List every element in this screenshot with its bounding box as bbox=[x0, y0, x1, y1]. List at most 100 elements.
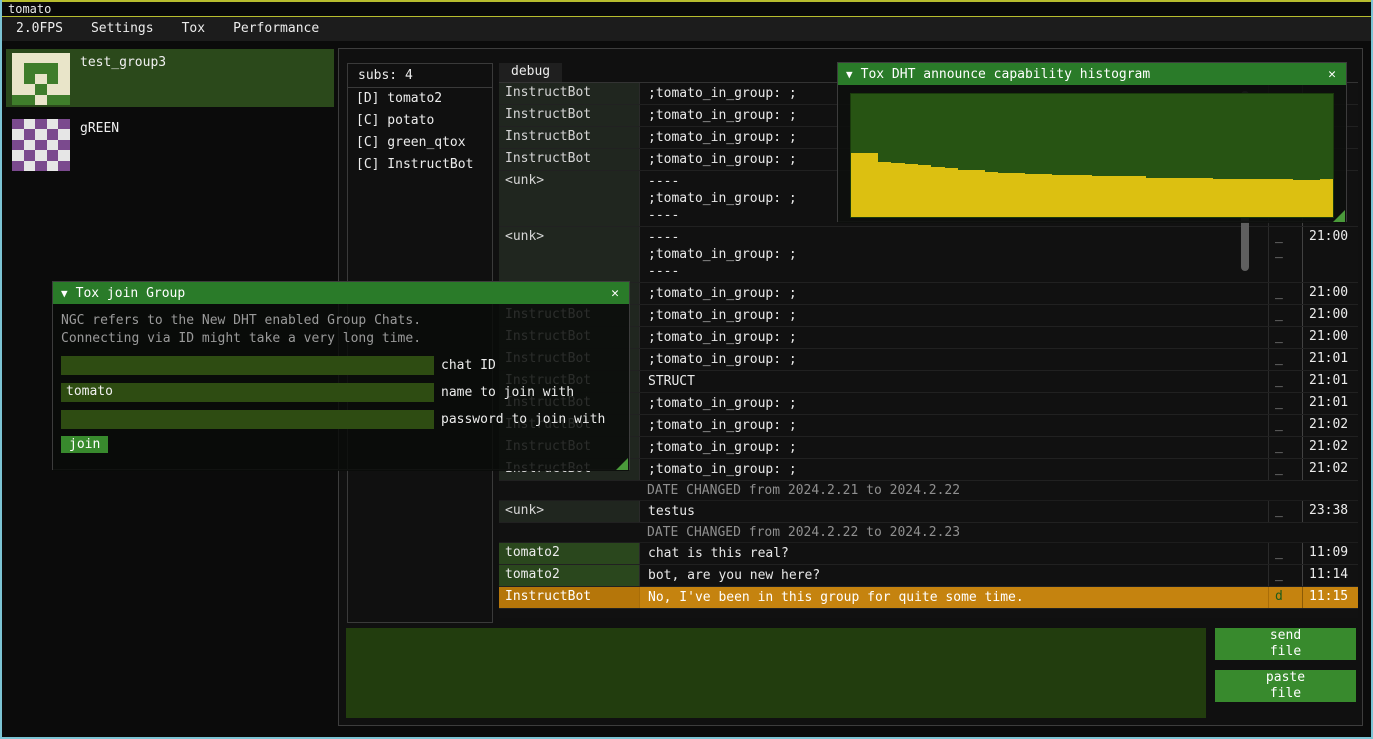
message-text: chat is this real? bbox=[639, 543, 1268, 564]
histogram-bar bbox=[864, 153, 877, 217]
histogram-bar bbox=[972, 170, 985, 217]
histogram-bar bbox=[1065, 175, 1078, 217]
message-text: testus bbox=[639, 501, 1268, 522]
chat-id-label: chat ID bbox=[434, 358, 496, 373]
message-text: STRUCT bbox=[639, 371, 1268, 392]
join-group-window: ▼ Tox join Group ✕ NGC refers to the New… bbox=[52, 281, 630, 470]
message-status: _ _ bbox=[1268, 543, 1302, 564]
close-icon[interactable]: ✕ bbox=[1326, 67, 1338, 82]
histogram-bar bbox=[998, 173, 1011, 217]
message-sender: <unk> bbox=[499, 227, 639, 282]
message-status: _ _ bbox=[1268, 327, 1302, 348]
collapse-icon[interactable]: ▼ bbox=[846, 68, 853, 81]
message-time: 11:09 bbox=[1302, 543, 1358, 564]
histogram-bar bbox=[851, 153, 864, 217]
group-label: test_group3 bbox=[70, 53, 166, 70]
send-file-button[interactable]: send file bbox=[1215, 628, 1356, 660]
message-text: ;tomato_in_group: ; bbox=[639, 305, 1268, 326]
histogram-bar bbox=[1092, 176, 1105, 217]
histogram-bar bbox=[1159, 178, 1172, 217]
collapse-icon[interactable]: ▼ bbox=[61, 287, 68, 300]
join-group-titlebar[interactable]: ▼ Tox join Group ✕ bbox=[53, 282, 629, 304]
subs-header: subs: 4 bbox=[348, 64, 492, 88]
message-time: 21:00 bbox=[1302, 283, 1358, 304]
histogram-bar bbox=[878, 162, 891, 217]
histogram-bar bbox=[1132, 176, 1145, 217]
message-sender: InstructBot bbox=[499, 149, 639, 170]
histogram-bar bbox=[1119, 176, 1132, 217]
group-list: test_group3 gREEN bbox=[2, 49, 338, 173]
histogram-bar bbox=[931, 167, 944, 217]
histogram-bar bbox=[1239, 179, 1252, 217]
message-text: ;tomato_in_group: ; bbox=[639, 415, 1268, 436]
menu-item-performance[interactable]: Performance bbox=[219, 17, 333, 41]
histogram-bar bbox=[1199, 178, 1212, 217]
tab-debug[interactable]: debug bbox=[499, 63, 562, 82]
message-time: 21:02 bbox=[1302, 459, 1358, 480]
window-titlebar: tomato bbox=[2, 0, 1371, 17]
histogram-bar bbox=[945, 168, 958, 217]
message-status: _ _ bbox=[1268, 371, 1302, 392]
group-item-gREEN[interactable]: gREEN bbox=[6, 115, 334, 173]
chat-message-row: <unk>testus_ _23:38 bbox=[499, 501, 1358, 523]
histogram-bar bbox=[1105, 176, 1118, 217]
message-sender: <unk> bbox=[499, 171, 639, 226]
histogram-bar bbox=[1320, 179, 1333, 217]
message-input[interactable] bbox=[346, 628, 1206, 718]
join-name-input[interactable]: tomato bbox=[61, 383, 434, 402]
histogram-bar bbox=[1038, 174, 1051, 217]
chat-message-row: tomato2bot, are you new here?_ _11:14 bbox=[499, 565, 1358, 587]
message-text: ;tomato_in_group: ; bbox=[639, 349, 1268, 370]
app-window: tomato 2.0FPSSettingsToxPerformance test… bbox=[0, 0, 1373, 739]
histogram-bar bbox=[1226, 179, 1239, 217]
message-time: 21:01 bbox=[1302, 371, 1358, 392]
join-button[interactable]: join bbox=[61, 436, 108, 453]
message-time: 21:02 bbox=[1302, 437, 1358, 458]
histogram-bar bbox=[918, 165, 931, 217]
menu-item-settings[interactable]: Settings bbox=[77, 17, 168, 41]
message-sender: <unk> bbox=[499, 501, 639, 522]
message-text: ;tomato_in_group: ; bbox=[639, 393, 1268, 414]
subs-list-item[interactable]: [C] potato bbox=[348, 110, 492, 132]
message-text: ---- ;tomato_in_group: ; ---- bbox=[639, 227, 1268, 282]
histogram-bar bbox=[1253, 179, 1266, 217]
menu-item-tox[interactable]: Tox bbox=[168, 17, 219, 41]
message-sender: InstructBot bbox=[499, 587, 639, 608]
message-text: ;tomato_in_group: ; bbox=[639, 459, 1268, 480]
subs-list-item[interactable]: [C] InstructBot bbox=[348, 154, 492, 176]
histogram-bar bbox=[1052, 175, 1065, 217]
group-identicon-test_group3-icon bbox=[12, 53, 70, 105]
message-sender: InstructBot bbox=[499, 83, 639, 104]
histogram-bar bbox=[985, 172, 998, 218]
histogram-plot bbox=[850, 93, 1334, 218]
menu-item-2-0fps[interactable]: 2.0FPS bbox=[2, 17, 77, 41]
message-status: _ _ bbox=[1268, 501, 1302, 522]
close-icon[interactable]: ✕ bbox=[609, 286, 621, 301]
group-item-test_group3[interactable]: test_group3 bbox=[6, 49, 334, 107]
group-identicon-green-icon bbox=[12, 119, 70, 171]
histogram-bar bbox=[1025, 174, 1038, 217]
message-time: 21:02 bbox=[1302, 415, 1358, 436]
resize-grip[interactable] bbox=[1333, 210, 1345, 222]
subs-list-item[interactable]: [C] green_qtox bbox=[348, 132, 492, 154]
group-label: gREEN bbox=[70, 119, 119, 136]
histogram-bar bbox=[1079, 175, 1092, 217]
message-time: 23:38 bbox=[1302, 501, 1358, 522]
histogram-bar bbox=[1280, 179, 1293, 217]
histogram-bar bbox=[958, 170, 971, 217]
dht-histogram-titlebar[interactable]: ▼ Tox DHT announce capability histogram … bbox=[838, 63, 1346, 85]
date-changed-row: DATE CHANGED from 2024.2.22 to 2024.2.23 bbox=[499, 523, 1358, 543]
message-status: _ _ bbox=[1268, 415, 1302, 436]
menu-bar: 2.0FPSSettingsToxPerformance bbox=[2, 17, 1371, 41]
paste-file-button[interactable]: paste file bbox=[1215, 670, 1356, 702]
resize-grip[interactable] bbox=[616, 458, 628, 470]
chat-id-input[interactable] bbox=[61, 356, 434, 375]
histogram-bar bbox=[1172, 178, 1185, 217]
message-time: 21:00 bbox=[1302, 227, 1358, 282]
subs-list-item[interactable]: [D] tomato2 bbox=[348, 88, 492, 110]
join-password-input[interactable] bbox=[61, 410, 434, 429]
message-time: 21:00 bbox=[1302, 305, 1358, 326]
dht-histogram-body bbox=[838, 85, 1346, 223]
message-sender: InstructBot bbox=[499, 105, 639, 126]
join-password-label: password to join with bbox=[434, 412, 605, 427]
